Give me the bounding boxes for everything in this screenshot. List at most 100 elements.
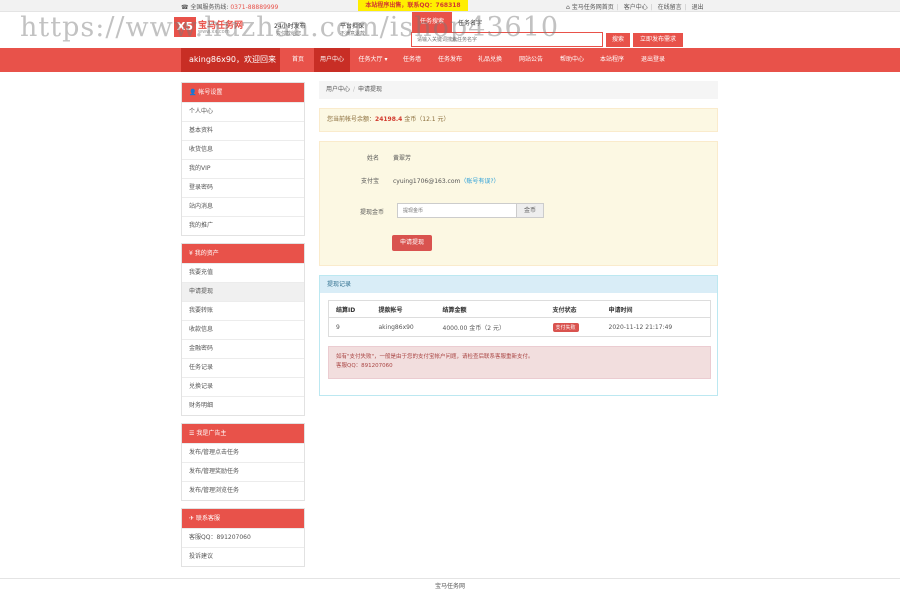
- nav-item-task-publish[interactable]: 任务发布: [432, 48, 468, 72]
- sidebar-advertiser-panel: ☰ 我是广告主 发布/管理点击任务 发布/管理奖励任务 发布/管理浏览任务: [181, 423, 305, 501]
- site-url: www.xx.com: [198, 29, 230, 35]
- top-link-customer-center[interactable]: 客户中心: [624, 4, 648, 11]
- user-icon: 👤: [189, 89, 197, 96]
- records-title: 提现记录: [320, 276, 717, 293]
- status-badge: 支付失败: [552, 322, 579, 332]
- sidebar-item-service-qq[interactable]: 客服QQ：891207060: [182, 528, 304, 547]
- sidebar-item-basic-info[interactable]: 基本资料: [182, 121, 304, 140]
- hotline: ☎ 全国服务热线: 0371-88889999: [181, 2, 278, 11]
- send-icon: ✈: [189, 515, 195, 522]
- search-tab-task-name[interactable]: 任务名字: [458, 18, 482, 27]
- sidebar-contact-panel: ✈ 联系客服 客服QQ：891207060 投诉建议: [181, 508, 305, 567]
- top-link-logout[interactable]: 退出: [692, 4, 704, 11]
- phone-icon: ☎: [181, 4, 189, 11]
- nav-item-task-hall[interactable]: 任务大厅 ▾: [352, 48, 394, 72]
- publish-demand-button[interactable]: 立即发布需求: [633, 33, 683, 47]
- submit-withdraw-button[interactable]: 申请提现: [392, 235, 432, 251]
- amount-label: 提现金币: [359, 209, 384, 216]
- sidebar-item-browse-tasks[interactable]: 发布/管理浏览任务: [182, 481, 304, 500]
- amount-unit: 金币: [517, 203, 544, 218]
- breadcrumb: 用户中心 / 申请提现: [319, 81, 718, 99]
- sidebar-assets-header: ¥ 我的资产: [182, 244, 304, 263]
- sidebar-item-exchange-records[interactable]: 兑换记录: [182, 377, 304, 396]
- records-table: 结算ID 提款帐号 结算金额 支付状态 申请时间 9 aking86x90 40…: [328, 300, 711, 337]
- sidebar-item-payment-info[interactable]: 收款信息: [182, 320, 304, 339]
- nav-item-site-program[interactable]: 本站程序: [594, 48, 630, 72]
- amount-box: [397, 203, 517, 218]
- alipay-error-link[interactable]: （账号有误?）: [460, 178, 499, 185]
- alipay-label: 支付宝: [360, 178, 379, 185]
- sidebar-item-feedback[interactable]: 投诉建议: [182, 547, 304, 566]
- nav-item-help[interactable]: 帮助中心: [554, 48, 590, 72]
- nav-item-gift-exchange[interactable]: 礼品兑换: [472, 48, 508, 72]
- sidebar-item-personal-center[interactable]: 个人中心: [182, 102, 304, 121]
- slogan-guarantee: 平台担保: [340, 23, 365, 30]
- slogan-pay: 只付款给您: [276, 31, 302, 37]
- name-value: 黄翠芳: [393, 155, 412, 162]
- sidebar-account-panel: 👤 帐号设置 个人中心 基本资料 收货信息 我的VIP 登录密码 站内消息 我的…: [181, 82, 305, 236]
- amount-input[interactable]: [398, 204, 516, 217]
- home-icon: ⌂: [566, 4, 570, 11]
- sidebar-item-my-promotion[interactable]: 我的推广: [182, 216, 304, 235]
- search-input[interactable]: [412, 33, 602, 46]
- alert-line-2: 客服QQ：891207060: [336, 363, 393, 369]
- sidebar-item-finance-details[interactable]: 财务明细: [182, 396, 304, 415]
- name-label: 姓名: [366, 155, 379, 162]
- sidebar-item-task-records[interactable]: 任务记录: [182, 358, 304, 377]
- sidebar-account-header: 👤 帐号设置: [182, 83, 304, 102]
- sidebar-item-login-password[interactable]: 登录密码: [182, 178, 304, 197]
- top-bar: ☎ 全国服务热线: 0371-88889999 本站程序出售，联系QQ：7683…: [0, 0, 900, 12]
- yen-icon: ¥: [189, 250, 193, 257]
- top-link-message[interactable]: 在线留言: [658, 4, 682, 11]
- sidebar-item-recharge[interactable]: 我要充值: [182, 263, 304, 282]
- breadcrumb-current: 申请提现: [358, 86, 383, 93]
- col-account: 提款帐号: [371, 300, 436, 318]
- alert-line-1: 如有"支付失败"，一般是由于您的支付宝帐户问题，请检查后联系客服重新支付。: [336, 354, 534, 360]
- cell-status: 支付失败: [545, 317, 602, 337]
- cell-amount: 4000.00 金币（2 元）: [435, 317, 546, 337]
- sidebar-item-withdraw[interactable]: 申请提现: [182, 282, 304, 301]
- nav-item-announcements[interactable]: 网站公告: [512, 48, 550, 72]
- search-button[interactable]: 搜索: [606, 33, 630, 47]
- sidebar-contact-header: ✈ 联系客服: [182, 509, 304, 528]
- cell-time: 2020-11-12 21:17:49: [601, 317, 711, 337]
- col-settle-id: 结算ID: [328, 300, 372, 318]
- top-links: ⌂ 宝马任务网首页 | 客户中心 | 在线留言 | 退出: [566, 4, 704, 11]
- sidebar-item-messages[interactable]: 站内消息: [182, 197, 304, 216]
- search-box: [411, 32, 603, 47]
- sidebar-assets-panel: ¥ 我的资产 我要充值 申请提现 我要转账 收款信息 金融密码 任务记录 兑换记…: [181, 243, 305, 416]
- footer: 宝马任务网: [0, 578, 900, 593]
- cell-account: aking86x90: [371, 317, 436, 337]
- nav-item-logout[interactable]: 退出登录: [634, 48, 672, 72]
- nav-item-home[interactable]: 首页: [284, 48, 312, 72]
- nav-item-task-wall[interactable]: 任务墙: [396, 48, 428, 72]
- list-icon: ☰: [189, 430, 195, 437]
- balance-notice: 您当前帐号余额：24198.4 金币（12.1 元）: [319, 108, 718, 132]
- sidebar-item-transfer[interactable]: 我要转账: [182, 301, 304, 320]
- sidebar-item-click-tasks[interactable]: 发布/管理点击任务: [182, 443, 304, 462]
- nav-item-user-center[interactable]: 用户中心: [314, 48, 350, 72]
- col-amount: 结算金额: [435, 300, 546, 318]
- site-logo[interactable]: X5: [174, 17, 196, 37]
- hotline-label: 全国服务热线:: [190, 4, 229, 11]
- table-row: 9 aking86x90 4000.00 金币（2 元） 支付失败 2020-1…: [328, 317, 711, 337]
- sidebar-item-my-vip[interactable]: 我的VIP: [182, 159, 304, 178]
- sidebar-item-reward-tasks[interactable]: 发布/管理奖励任务: [182, 462, 304, 481]
- slogan-refund: 不满意退款: [340, 31, 366, 37]
- alipay-value: cyuing1706@163.com（账号有误?）: [393, 178, 500, 185]
- col-time: 申请时间: [601, 300, 711, 318]
- table-header-row: 结算ID 提款帐号 结算金额 支付状态 申请时间: [328, 300, 711, 318]
- breadcrumb-user-center[interactable]: 用户中心: [326, 86, 350, 93]
- hotline-number: 0371-88889999: [230, 4, 279, 11]
- sidebar-item-finance-password[interactable]: 金融密码: [182, 339, 304, 358]
- sale-notice: 本站程序出售，联系QQ：768318: [358, 0, 468, 11]
- user-greeting: aking86x90，欢迎回来: [181, 48, 280, 72]
- balance-amount: 24198.4: [375, 116, 403, 123]
- search-tab-task-search[interactable]: 任务搜索: [412, 12, 452, 32]
- failure-alert: 如有"支付失败"，一般是由于您的支付宝帐户问题，请检查后联系客服重新支付。 客服…: [328, 346, 711, 379]
- cell-id: 9: [328, 317, 372, 337]
- sidebar-item-shipping-info[interactable]: 收货信息: [182, 140, 304, 159]
- sidebar-advertiser-header: ☰ 我是广告主: [182, 424, 304, 443]
- top-link-home[interactable]: 宝马任务网首页: [572, 4, 614, 11]
- slogan-publish: 24小时发布: [274, 23, 306, 30]
